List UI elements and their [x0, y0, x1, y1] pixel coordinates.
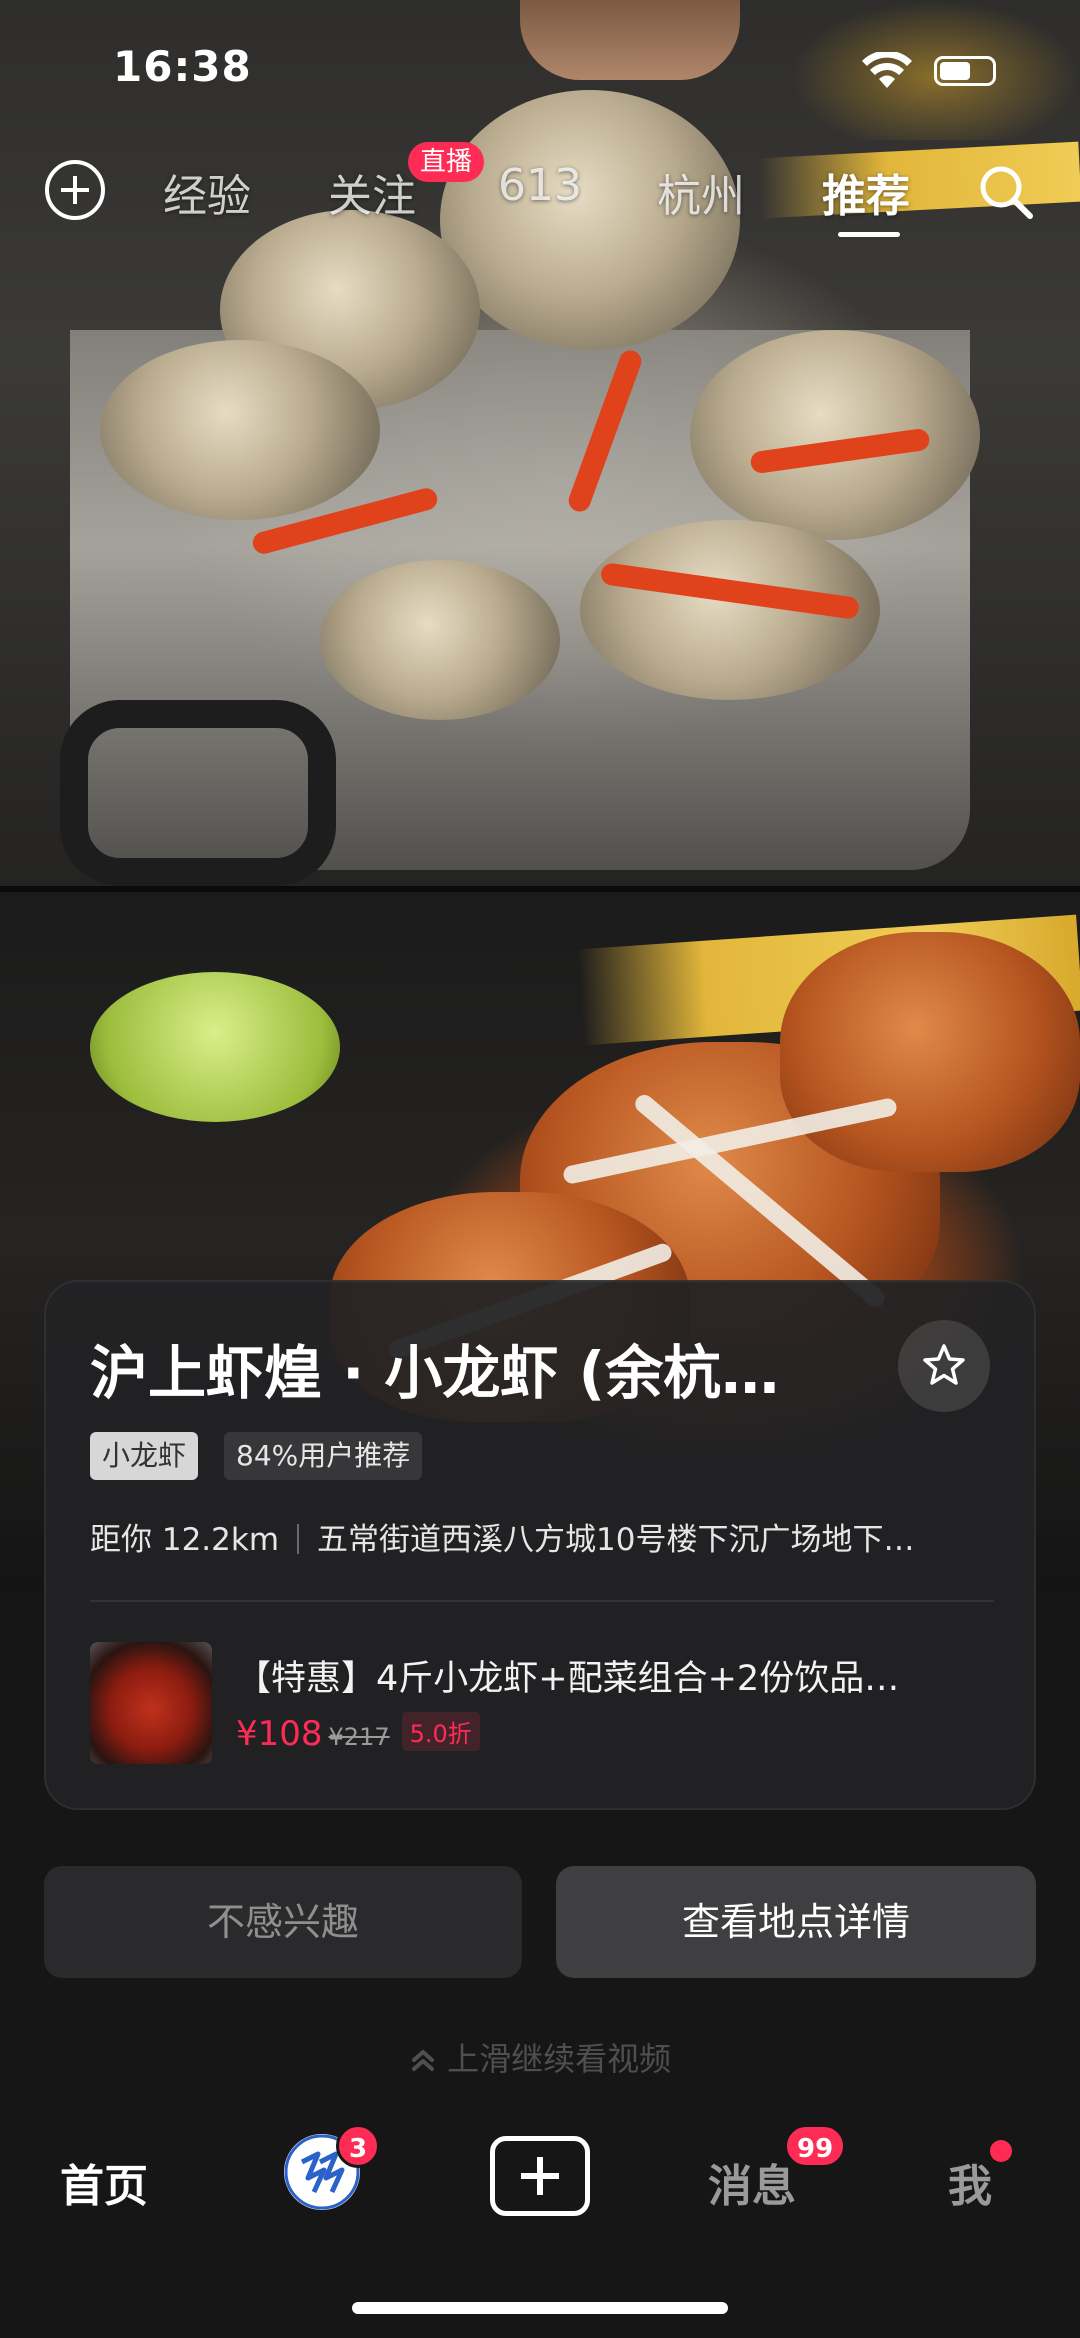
- chevron-up-double-icon: [411, 2050, 434, 2071]
- swipe-hint-text: 上滑继续看视频: [447, 2040, 672, 2078]
- address-row[interactable]: 距你 12.2km 五常街道西溪八方城10号楼下沉广场地下…: [90, 1514, 990, 1559]
- notification-dot: [990, 2140, 1012, 2162]
- home-indicator[interactable]: [352, 2302, 728, 2314]
- oyster-decoration: [690, 330, 980, 540]
- add-circle-icon[interactable]: [45, 160, 105, 220]
- status-time: 16:38: [113, 42, 252, 91]
- tab-me[interactable]: 我: [948, 2150, 992, 2214]
- crab-decoration: [780, 932, 1080, 1172]
- tab-city[interactable]: 杭州: [657, 160, 745, 224]
- tab-613[interactable]: 613: [498, 160, 582, 211]
- star-icon: [923, 1344, 965, 1385]
- tab-experience[interactable]: 经验: [163, 160, 251, 224]
- battery-icon: [934, 56, 996, 86]
- wasabi-decoration: [90, 972, 340, 1122]
- original-price: ¥217: [328, 1723, 390, 1751]
- discount-badge: 5.0折: [401, 1712, 480, 1751]
- oyster-decoration: [100, 340, 380, 520]
- live-badge: 直播: [408, 142, 485, 182]
- distance-text: 距你 12.2km: [90, 1522, 280, 1558]
- pot-handle-decoration: [60, 700, 336, 886]
- category-tag: 小龙虾: [90, 1432, 199, 1480]
- deal-thumbnail[interactable]: [90, 1642, 212, 1764]
- poi-title[interactable]: 沪上虾煌 · 小龙虾 (余杭…: [90, 1326, 890, 1410]
- active-tab-indicator: [838, 232, 900, 237]
- messages-count-badge: 99: [784, 2124, 847, 2168]
- poi-card[interactable]: 沪上虾煌 · 小龙虾 (余杭… 小龙虾 84%用户推荐 距你 12.2km 五常街…: [44, 1280, 1036, 1810]
- search-icon[interactable]: [976, 162, 1036, 222]
- deal-title[interactable]: 【特惠】4斤小龙虾+配菜组合+2份饮品…: [236, 1650, 996, 1701]
- address-text: 五常街道西溪八方城10号楼下沉广场地下…: [317, 1522, 915, 1558]
- favorite-button[interactable]: [898, 1320, 990, 1412]
- address-separator: [297, 1524, 300, 1554]
- create-button[interactable]: [490, 2136, 590, 2216]
- deal-price: ¥108: [236, 1714, 323, 1754]
- view-details-button[interactable]: 查看地点详情: [556, 1866, 1036, 1978]
- tab-messages[interactable]: 消息: [708, 2150, 796, 2214]
- wifi-icon: [862, 52, 912, 88]
- status-bar: 16:38: [0, 0, 1080, 140]
- oyster-decoration: [320, 560, 560, 720]
- card-divider: [90, 1600, 994, 1602]
- price-row: ¥108 ¥217 5.0折: [236, 1712, 480, 1754]
- swipe-hint: 上滑继续看视频: [0, 2034, 1080, 2080]
- friends-count-badge: 3: [336, 2124, 381, 2168]
- tab-following[interactable]: 关注: [328, 160, 416, 224]
- not-interested-button[interactable]: 不感兴趣: [44, 1866, 522, 1978]
- tab-recommend[interactable]: 推荐: [822, 160, 910, 224]
- recommend-tag: 84%用户推荐: [224, 1432, 423, 1480]
- tab-home[interactable]: 首页: [60, 2150, 148, 2214]
